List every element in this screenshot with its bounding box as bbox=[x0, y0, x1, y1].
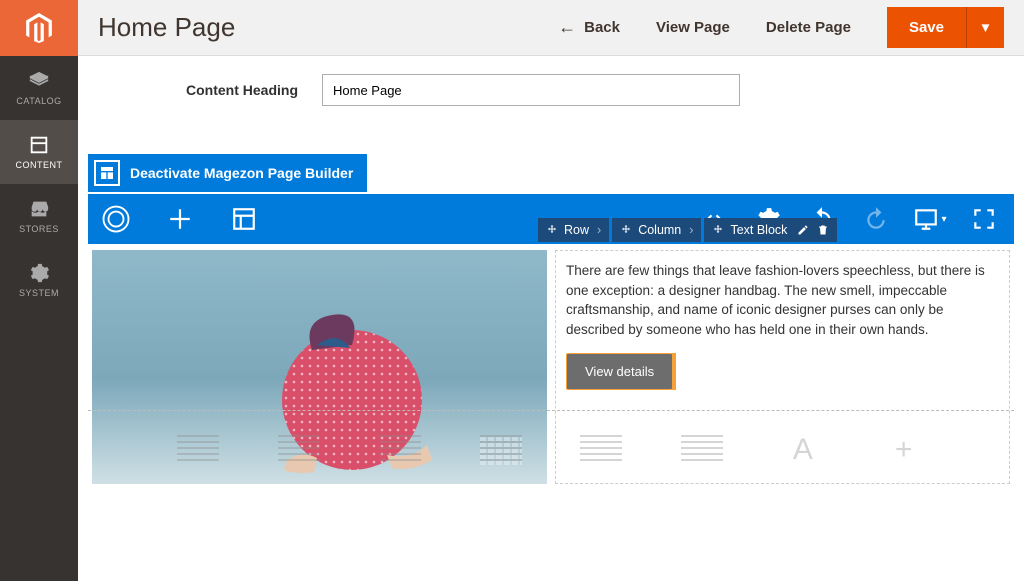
page-header: Home Page ← Back View Page Delete Page S… bbox=[78, 0, 1024, 56]
trash-icon[interactable] bbox=[817, 224, 829, 236]
sidebar-item-system[interactable]: SYSTEM bbox=[0, 248, 78, 312]
sidebar-item-content[interactable]: CONTENT bbox=[0, 120, 78, 184]
deactivate-label: Deactivate Magezon Page Builder bbox=[130, 165, 353, 181]
admin-sidebar: CATALOG CONTENT STORES SYSTEM bbox=[0, 0, 78, 581]
crumb-row[interactable]: Row › bbox=[538, 218, 609, 242]
elements-placeholder-row: A + bbox=[88, 410, 1014, 488]
move-icon bbox=[546, 224, 558, 236]
arrow-left-icon: ← bbox=[558, 17, 576, 38]
redo-button[interactable] bbox=[858, 201, 894, 237]
templates-button[interactable] bbox=[226, 201, 262, 237]
back-label: Back bbox=[584, 19, 620, 36]
text-element-icon[interactable] bbox=[278, 435, 320, 465]
save-button-group: Save ▼ bbox=[887, 7, 1004, 48]
chevron-right-icon: › bbox=[689, 223, 693, 237]
move-icon bbox=[620, 224, 632, 236]
fullscreen-button[interactable] bbox=[966, 201, 1002, 237]
text-block-content: There are few things that leave fashion-… bbox=[566, 261, 999, 339]
save-button[interactable]: Save bbox=[887, 7, 966, 48]
back-button[interactable]: ← Back bbox=[558, 17, 620, 38]
header-actions: ← Back View Page Delete Page Save ▼ bbox=[558, 7, 1004, 48]
add-element-button[interactable] bbox=[162, 201, 198, 237]
element-breadcrumb: Row › Column › Text Block bbox=[538, 218, 840, 242]
content-heading-field: Content Heading bbox=[178, 74, 1014, 106]
text-element-icon[interactable] bbox=[177, 435, 219, 465]
view-details-button[interactable]: View details bbox=[566, 353, 673, 390]
viewport-button[interactable]: ▾ bbox=[912, 201, 948, 237]
content-heading-label: Content Heading bbox=[178, 82, 298, 98]
content-heading-input[interactable] bbox=[322, 74, 740, 106]
columns-element-icon[interactable] bbox=[580, 435, 622, 465]
builder-logo-icon[interactable] bbox=[98, 201, 134, 237]
builder-canvas: Row › Column › Text Block bbox=[88, 246, 1014, 488]
layout-icon bbox=[94, 160, 120, 186]
sidebar-label: CONTENT bbox=[16, 160, 63, 170]
crumb-label: Row bbox=[564, 223, 589, 237]
view-page-button[interactable]: View Page bbox=[656, 19, 730, 36]
crumb-text-block[interactable]: Text Block bbox=[704, 218, 837, 242]
text-element-icon[interactable] bbox=[379, 435, 421, 465]
sidebar-label: CATALOG bbox=[16, 96, 61, 106]
save-dropdown-button[interactable]: ▼ bbox=[966, 7, 1004, 48]
magento-logo[interactable] bbox=[0, 0, 78, 56]
pencil-icon[interactable] bbox=[797, 224, 809, 236]
crumb-label: Text Block bbox=[730, 223, 787, 237]
heading-element-icon[interactable]: A bbox=[782, 435, 824, 465]
delete-page-button[interactable]: Delete Page bbox=[766, 19, 851, 36]
crumb-actions bbox=[797, 224, 829, 236]
sidebar-label: SYSTEM bbox=[19, 288, 59, 298]
main-content: Content Heading Deactivate Magezon Page … bbox=[78, 56, 1024, 581]
columns-element-icon[interactable] bbox=[681, 435, 723, 465]
add-element-icon[interactable]: + bbox=[883, 435, 925, 465]
caret-down-icon: ▼ bbox=[979, 20, 992, 35]
page-builder: Deactivate Magezon Page Builder ▾ bbox=[88, 154, 1014, 488]
sidebar-label: STORES bbox=[19, 224, 59, 234]
sidebar-item-catalog[interactable]: CATALOG bbox=[0, 56, 78, 120]
columns-element-icon[interactable] bbox=[480, 435, 522, 465]
page-title: Home Page bbox=[98, 12, 558, 43]
chevron-right-icon: › bbox=[597, 223, 601, 237]
crumb-label: Column bbox=[638, 223, 681, 237]
sidebar-item-stores[interactable]: STORES bbox=[0, 184, 78, 248]
deactivate-builder-button[interactable]: Deactivate Magezon Page Builder bbox=[88, 154, 367, 192]
crumb-column[interactable]: Column › bbox=[612, 218, 701, 242]
move-icon bbox=[712, 224, 724, 236]
